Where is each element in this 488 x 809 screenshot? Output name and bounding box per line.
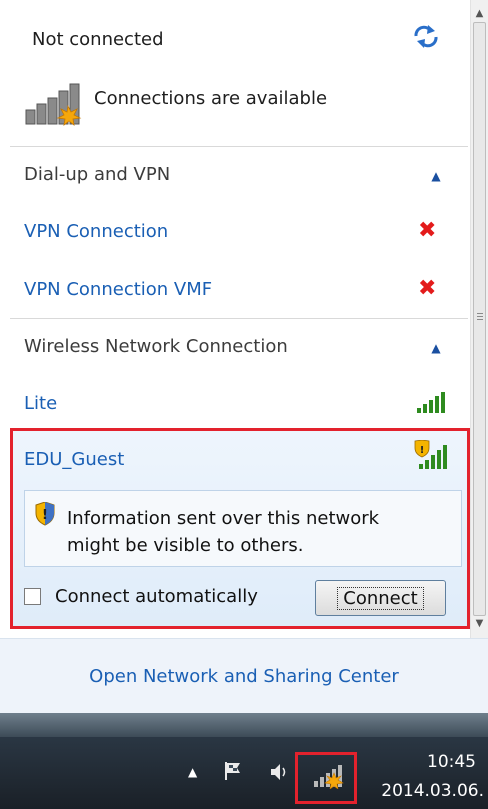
network-flyout: Not connected Connections are available …	[0, 0, 470, 638]
volume-icon[interactable]	[269, 762, 291, 782]
remove-icon: ✖	[418, 276, 437, 301]
network-item-lite[interactable]: Lite	[24, 393, 57, 414]
auto-connect-checkbox[interactable]	[24, 588, 41, 605]
chevron-up-icon[interactable]: ▲	[428, 168, 444, 184]
network-sharing-center-link[interactable]: Open Network and Sharing Center	[89, 666, 399, 687]
remove-icon: ✖	[418, 218, 437, 243]
vpn-connection-item[interactable]: VPN Connection	[24, 221, 168, 242]
status-title: Not connected	[32, 29, 164, 50]
taskbar-time[interactable]: 10:45	[380, 752, 476, 772]
security-warning-line-1: Information sent over this network	[67, 508, 380, 529]
shield-warning-icon: !	[35, 502, 55, 526]
network-item-edu-guest[interactable]: EDU_Guest	[24, 449, 124, 470]
signal-strength-icon: !	[414, 440, 447, 469]
scroll-up-icon[interactable]: ▲	[471, 4, 488, 22]
auto-connect-label: Connect automatically	[55, 586, 258, 607]
section-heading-dialup: Dial-up and VPN	[24, 164, 171, 185]
scroll-thumb[interactable]	[473, 22, 486, 616]
divider	[10, 146, 468, 147]
connect-button-label: Connect	[337, 586, 424, 610]
vpn-connection-vmf-item[interactable]: VPN Connection VMF	[24, 279, 212, 300]
status-subtitle: Connections are available	[94, 88, 328, 109]
network-warning-icon	[25, 83, 82, 126]
flyout-footer: Open Network and Sharing Center	[0, 638, 488, 713]
scroll-down-icon[interactable]: ▼	[471, 614, 488, 632]
refresh-icon[interactable]	[412, 24, 440, 48]
flag-icon[interactable]	[222, 760, 244, 782]
divider	[10, 318, 468, 319]
svg-text:!: !	[42, 508, 48, 523]
chevron-up-icon[interactable]: ▲	[428, 340, 444, 356]
section-heading-wireless: Wireless Network Connection	[24, 336, 288, 357]
svg-text:!: !	[420, 445, 425, 456]
security-warning-line-2: might be visible to others.	[67, 535, 304, 556]
taskbar-date[interactable]: 2014.03.06.	[356, 781, 484, 801]
signal-strength-icon	[417, 392, 445, 413]
show-hidden-icons-icon[interactable]: ▲	[188, 765, 197, 779]
network-tray-icon[interactable]	[312, 763, 344, 789]
connect-button[interactable]: Connect	[315, 580, 446, 616]
scrollbar[interactable]: ▲ ▼	[470, 0, 488, 638]
taskbar-top-edge	[0, 713, 488, 737]
